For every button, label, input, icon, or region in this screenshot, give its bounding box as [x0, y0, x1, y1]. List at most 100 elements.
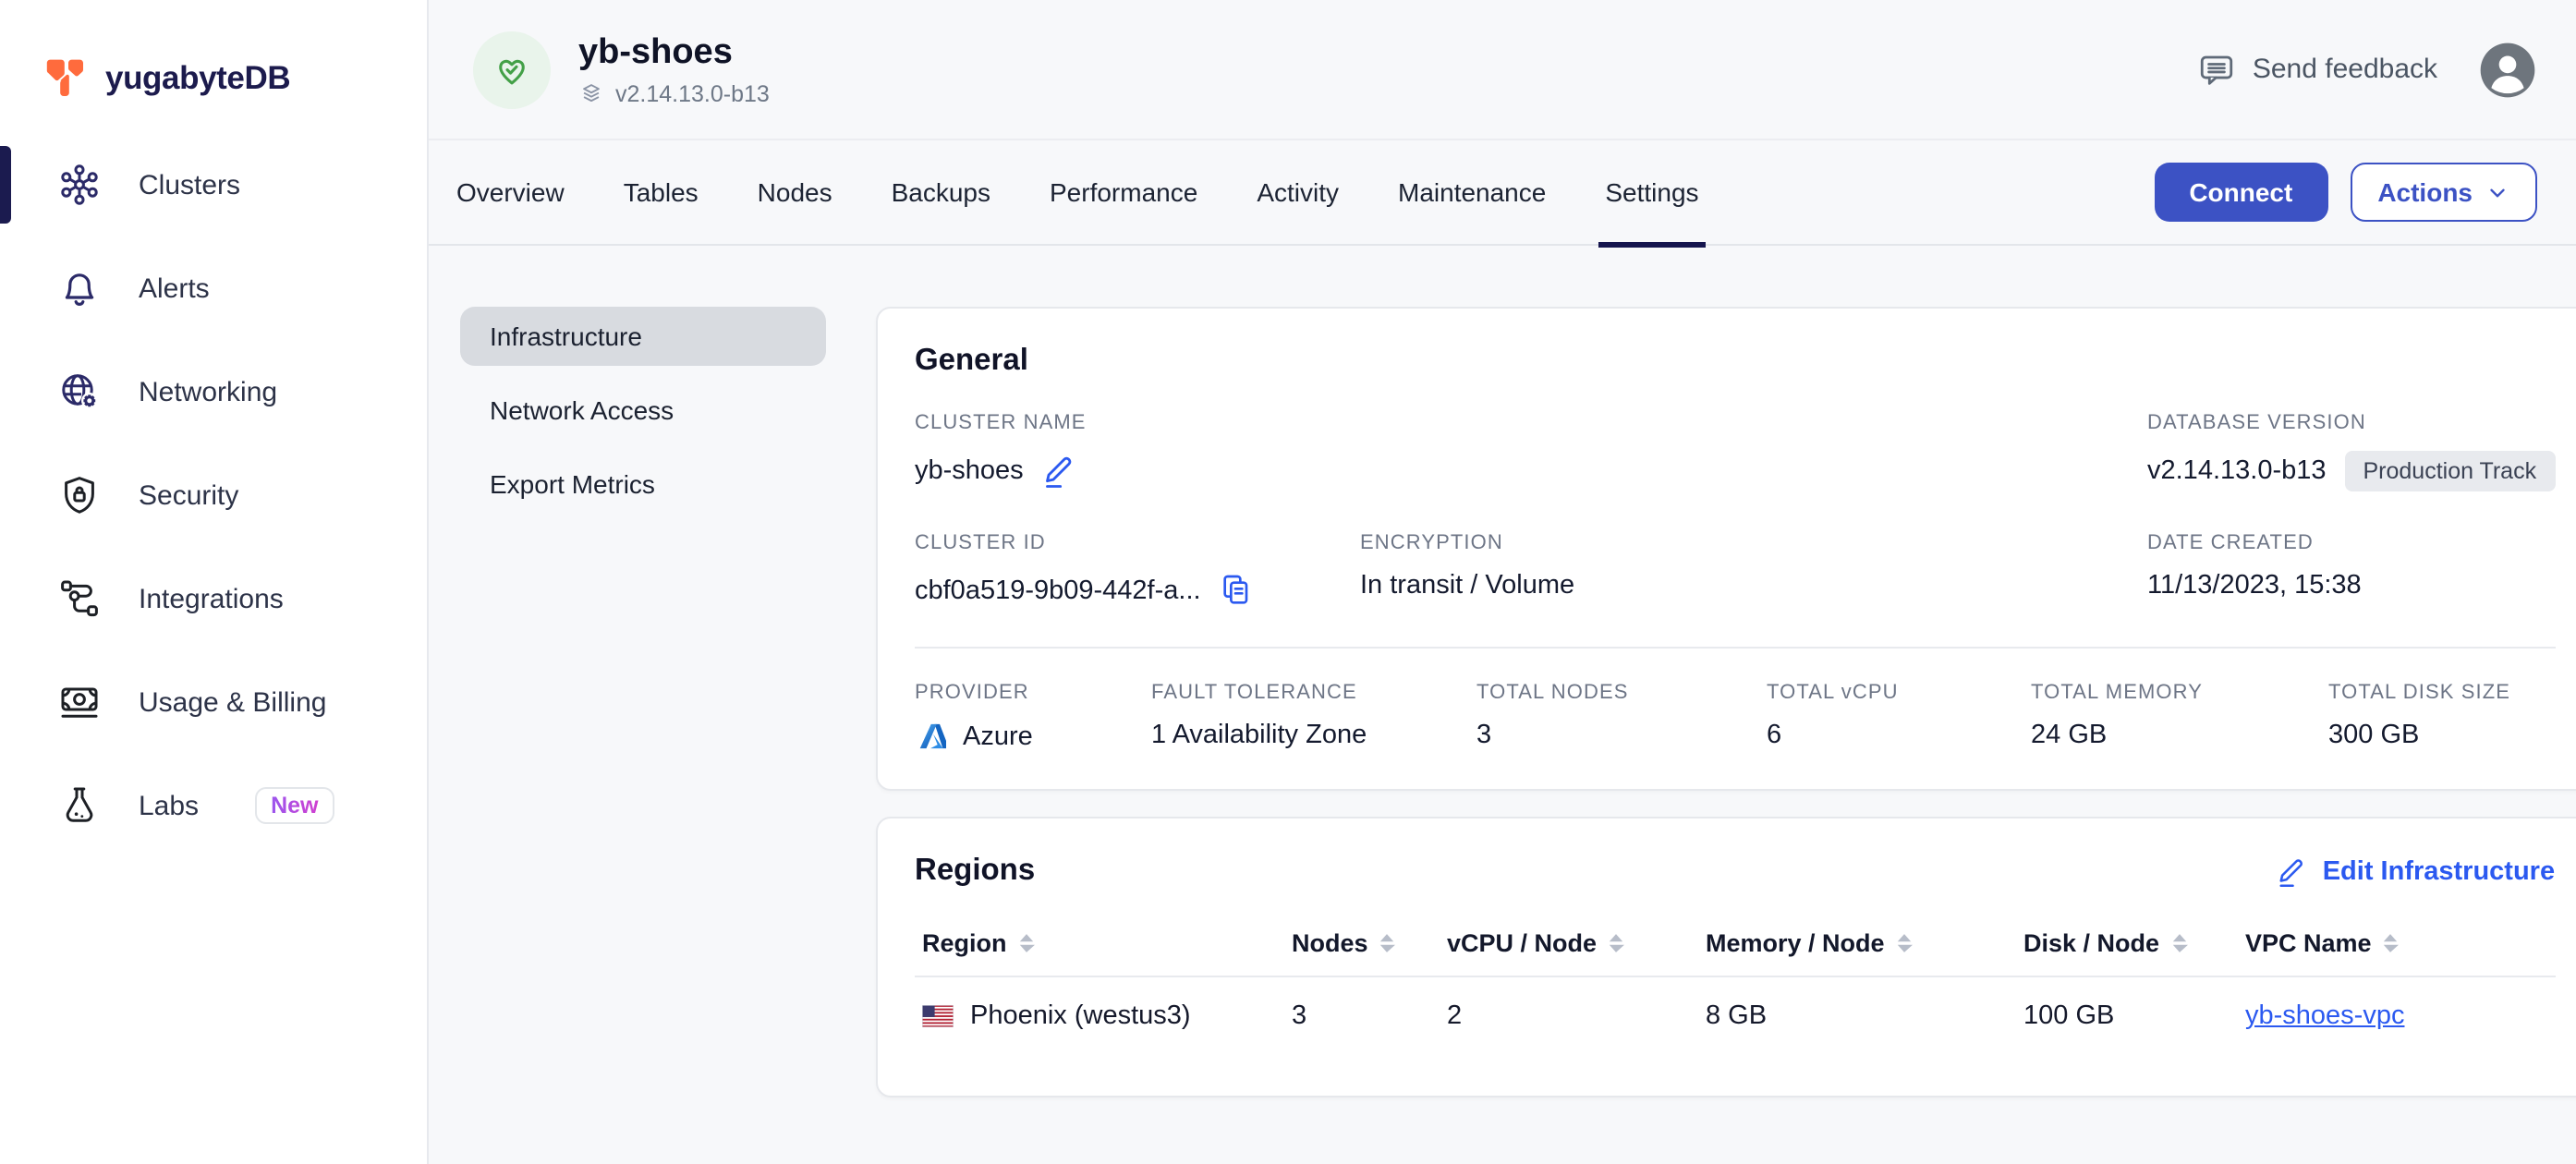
banknote-icon	[57, 680, 102, 724]
sidebar-item-integrations[interactable]: Integrations	[0, 547, 427, 650]
field-fault-tolerance: Fault Tolerance 1 Availability Zone	[1151, 682, 1476, 752]
sort-icon	[2171, 934, 2188, 952]
column-header-region[interactable]: Region	[915, 918, 1292, 977]
field-label: Database Version	[2147, 412, 2366, 434]
heart-check-icon	[492, 49, 532, 90]
sort-icon	[2384, 934, 2400, 952]
copy-cluster-id-icon[interactable]	[1218, 571, 1255, 610]
regions-card-title: Regions	[915, 854, 1036, 887]
total-memory-value: 24 GB	[2031, 721, 2108, 750]
sidebar-item-networking[interactable]: Networking	[0, 340, 427, 443]
edit-cluster-name-icon[interactable]	[1040, 451, 1077, 490]
column-header-disk[interactable]: Disk / Node	[2023, 918, 2245, 977]
region-disk: 100 GB	[2023, 1001, 2115, 1031]
field-label: Provider	[915, 682, 1029, 704]
field-database-version: Database Version v2.14.13.0-b13 Producti…	[2147, 412, 2556, 491]
yugabyte-logo-icon	[41, 54, 89, 102]
chevron-down-icon	[2485, 180, 2509, 204]
tab-nodes[interactable]: Nodes	[758, 139, 832, 245]
fault-tolerance-value: 1 Availability Zone	[1151, 721, 1367, 750]
tab-performance[interactable]: Performance	[1050, 139, 1197, 245]
sidebar-item-usage-billing[interactable]: Usage & Billing	[0, 650, 427, 754]
field-label: Total vCPU	[1767, 682, 1899, 704]
regions-card: Regions Edit Infrastructure Region Nodes…	[876, 817, 2576, 1097]
subnav-item-infrastructure[interactable]: Infrastructure	[460, 307, 826, 366]
sidebar: yugabyteDB Clusters Alerts Networking Se…	[0, 0, 429, 1164]
sidebar-item-security[interactable]: Security	[0, 443, 427, 547]
date-created-value: 11/13/2023, 15:38	[2147, 571, 2362, 600]
tab-overview[interactable]: Overview	[456, 139, 565, 245]
column-header-memory[interactable]: Memory / Node	[1706, 918, 2023, 977]
us-flag-icon	[922, 1005, 954, 1027]
region-name: Phoenix (westus3)	[970, 1001, 1191, 1031]
sidebar-item-labs[interactable]: Labs New	[0, 754, 427, 857]
db-version-text: v2.14.13.0-b13	[615, 80, 770, 106]
send-feedback-button[interactable]: Send feedback	[2197, 49, 2437, 90]
column-header-vpc[interactable]: VPC Name	[2245, 918, 2556, 977]
field-total-vcpu: Total vCPU 6	[1767, 682, 2031, 752]
field-label: Total Memory	[2031, 682, 2203, 704]
app-root: yugabyteDB Clusters Alerts Networking Se…	[0, 0, 2576, 1164]
total-vcpu-value: 6	[1767, 721, 1782, 750]
sidebar-item-label: Security	[139, 479, 239, 511]
subnav-item-network-access[interactable]: Network Access	[460, 381, 826, 440]
tabbar: Overview Tables Nodes Backups Performanc…	[429, 139, 2576, 247]
sidebar-item-label: Networking	[139, 376, 278, 407]
globe-gear-icon	[57, 370, 102, 414]
cluster-name-value: yb-shoes	[915, 455, 1024, 485]
production-track-badge: Production Track	[2344, 451, 2556, 491]
settings-content: Infrastructure Network Access Export Met…	[429, 246, 2576, 1097]
sidebar-item-alerts[interactable]: Alerts	[0, 236, 427, 340]
column-header-nodes[interactable]: Nodes	[1292, 918, 1447, 977]
integrations-flow-icon	[57, 576, 102, 621]
settings-subnav: Infrastructure Network Access Export Met…	[460, 307, 826, 1097]
tab-tables[interactable]: Tables	[624, 139, 699, 245]
vpc-name-link[interactable]: yb-shoes-vpc	[2245, 1001, 2404, 1031]
sort-icon	[1380, 934, 1396, 952]
feedback-chat-icon	[2197, 49, 2236, 90]
column-header-vcpu[interactable]: vCPU / Node	[1447, 918, 1706, 977]
actions-button[interactable]: Actions	[2350, 163, 2537, 222]
database-version-value: v2.14.13.0-b13	[2147, 456, 2327, 486]
field-total-memory: Total Memory 24 GB	[2031, 682, 2328, 752]
layers-icon	[578, 80, 604, 106]
azure-icon	[915, 721, 946, 752]
cluster-id-value: cbf0a519-9b09-442f-a...	[915, 576, 1201, 605]
field-label: Encryption	[1360, 532, 1503, 554]
field-total-disk: Total Disk Size 300 GB	[2328, 682, 2555, 752]
general-card-title: General	[915, 344, 1028, 377]
field-label: Cluster ID	[915, 532, 1046, 554]
sidebar-item-label: Usage & Billing	[139, 686, 327, 718]
cards-column: General Cluster Name yb-shoes	[876, 307, 2576, 1097]
edit-infrastructure-link[interactable]: Edit Infrastructure	[2275, 854, 2555, 889]
subnav-item-export-metrics[interactable]: Export Metrics	[460, 455, 826, 514]
field-date-created: Date Created 11/13/2023, 15:38	[2147, 532, 2555, 610]
tab-activity[interactable]: Activity	[1257, 139, 1339, 245]
total-nodes-value: 3	[1476, 721, 1492, 750]
sidebar-nav: Clusters Alerts Networking Security Inte…	[0, 133, 427, 857]
brand-logo[interactable]: yugabyteDB	[0, 0, 427, 118]
title-block: yb-shoes v2.14.13.0-b13	[578, 32, 770, 106]
region-memory: 8 GB	[1706, 1001, 1768, 1031]
tab-backups[interactable]: Backups	[892, 139, 990, 245]
sort-icon	[1019, 934, 1035, 952]
field-label: Total Disk Size	[2328, 682, 2511, 704]
regions-table: Region Nodes vCPU / Node Memory / Node D…	[915, 918, 2556, 1059]
table-row-region[interactable]: Phoenix (westus3) 3 2 8 GB 100 GB yb-sho…	[915, 976, 2555, 1059]
active-indicator	[0, 146, 11, 224]
user-avatar[interactable]	[2478, 40, 2537, 99]
edit-pencil-icon	[2275, 854, 2308, 889]
sidebar-item-label: Integrations	[139, 583, 284, 614]
sidebar-item-clusters[interactable]: Clusters	[0, 133, 427, 236]
tab-maintenance[interactable]: Maintenance	[1398, 139, 1546, 245]
sidebar-item-label: Labs	[139, 790, 200, 821]
flask-icon	[57, 783, 102, 828]
version-row: v2.14.13.0-b13	[578, 80, 770, 106]
tab-settings[interactable]: Settings	[1598, 139, 1706, 247]
sidebar-item-label: Clusters	[139, 169, 241, 200]
field-encryption: Encryption In transit / Volume	[1360, 532, 2147, 610]
field-label: Date Created	[2147, 532, 2314, 554]
connect-button[interactable]: Connect	[2154, 163, 2328, 222]
total-disk-value: 300 GB	[2328, 721, 2420, 750]
sort-icon	[1609, 934, 1625, 952]
